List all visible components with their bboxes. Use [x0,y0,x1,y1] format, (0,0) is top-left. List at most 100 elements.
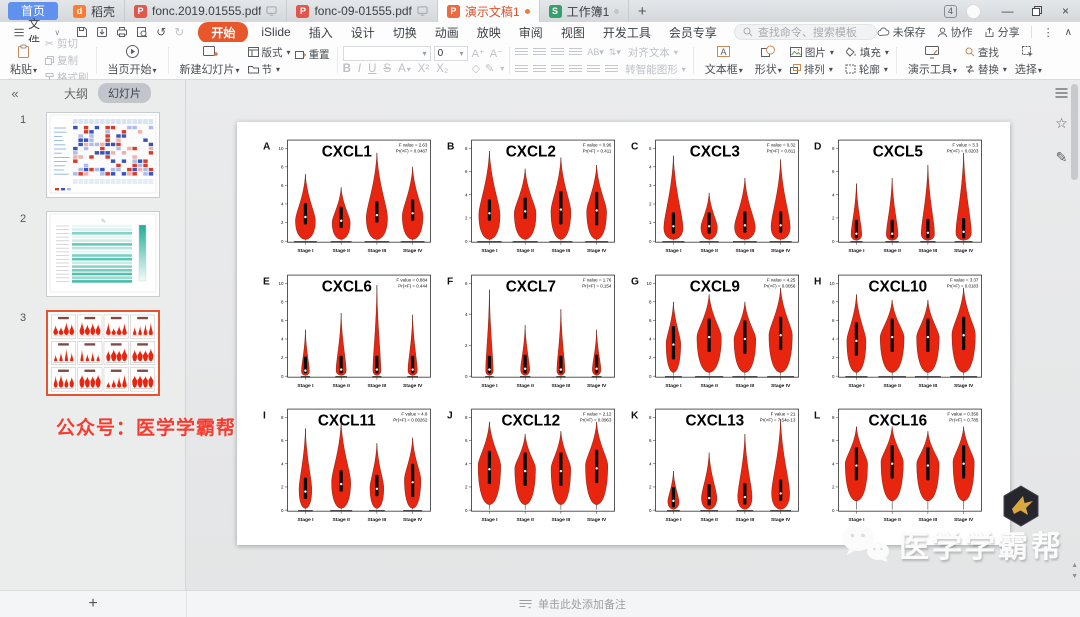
task-pane-menu-icon[interactable] [1055,88,1068,98]
slide-thumbnail-2[interactable]: ✎ [46,211,160,297]
copy-button[interactable]: 复制 [43,53,91,68]
menu-插入[interactable]: 插入 [300,24,342,41]
tab-工作簿1[interactable]: S 工作簿1 [540,0,630,22]
tab-outline[interactable]: 大纲 [64,85,88,102]
to-smart-label[interactable]: 转智能图形 [625,62,678,77]
pdf-file-icon: P [296,4,310,18]
star-icon[interactable]: ☆ [1055,115,1068,132]
tab-list-badge[interactable]: 4 [943,4,957,18]
select-label: 选择 [1014,63,1037,76]
share-button[interactable]: 分享 [984,24,1020,40]
more-menu-icon[interactable]: ⋮ [1043,26,1054,39]
collaborate-button[interactable]: 协作 [937,24,973,40]
menu-放映[interactable]: 放映 [468,24,510,41]
grow-font-icon[interactable]: A⁺ [472,47,485,60]
undo-icon[interactable]: ↺ [156,25,166,39]
shapes-button[interactable]: 形状▾ [749,44,788,77]
wechat-account-watermark: 公众号：医学学霸帮 [56,418,237,439]
collapse-panel-icon[interactable]: « [0,86,30,101]
export-icon[interactable] [96,26,108,38]
select-button[interactable]: 选择▾ [1009,44,1048,77]
restore-button[interactable] [1022,0,1051,22]
new-tab-button[interactable]: + [629,3,655,20]
scrollbar-thumb[interactable] [1071,84,1078,180]
italic-button[interactable]: I [358,63,361,75]
tab-fonc-09-01555.pdf[interactable]: Pfonc-09-01555.pdf [287,0,438,22]
columns-icon[interactable] [605,64,619,74]
section-button[interactable]: 节 ▾ [246,62,293,77]
tab-稻壳[interactable]: d 稻壳 [64,0,126,22]
minimize-button[interactable]: — [993,0,1022,22]
slide-thumbnail-1[interactable] [46,112,160,198]
presentation-tools-button[interactable]: 演示工具▾ [902,44,963,77]
menu-审阅[interactable]: 审阅 [510,24,552,41]
violin-plot-CXCL3: C CXCL3 F value = 0.32Pr(>F) = 0.811 0 1 2 3 4 5… [631,139,799,254]
tab-fonc.2019.01555.pdf[interactable]: Pfonc.2019.01555.pdf [125,0,288,22]
print-icon[interactable] [116,26,128,38]
avatar[interactable] [966,3,981,19]
decrease-indent-icon[interactable] [551,47,565,57]
numbering-icon[interactable] [533,47,547,57]
svg-text:CXCL5: CXCL5 [873,143,924,160]
menu-会员专享[interactable]: 会员专享 [660,24,726,41]
collapse-ribbon-icon[interactable]: ∧ [1065,27,1072,38]
play-from-current-button[interactable]: 当页开始▾ [102,44,163,77]
font-name-combo[interactable]: ▾ [342,46,431,61]
align-right-icon[interactable] [551,64,565,74]
menu-切换[interactable]: 切换 [384,24,426,41]
arrange-button[interactable]: 排列 ▾ [788,62,835,77]
justify-icon[interactable] [569,64,583,74]
align-left-icon[interactable] [515,64,529,74]
reset-button[interactable]: 重置 [293,47,332,62]
underline-button[interactable]: U [368,63,376,75]
cut-button[interactable]: ✂ 剪切 [43,36,91,51]
shrink-font-icon[interactable]: A⁻ [490,47,503,60]
add-slide-button[interactable]: + [0,591,186,617]
distribute-icon[interactable] [587,64,601,74]
subscript-button[interactable]: X₂ [436,63,448,75]
text-tool-icon[interactable]: ✎ [485,62,494,75]
menu-视图[interactable]: 视图 [552,24,594,41]
menu-开发工具[interactable]: 开发工具 [594,24,660,41]
replace-button[interactable]: 替换 ▾ [963,62,1009,77]
command-search[interactable]: 查找命令、搜索模板 [733,24,877,40]
paste-button[interactable]: 粘贴▾ [4,44,43,77]
line-spacing-icon[interactable]: ⇅▾ [609,47,621,58]
text-box-button[interactable]: A 文本框▾ [699,44,749,77]
text-direction-icon[interactable]: AB▾ [587,47,604,58]
fill-button[interactable]: 填充 ▾ [844,45,891,60]
redo-icon[interactable]: ↻ [174,25,184,39]
print-preview-icon[interactable] [136,26,148,38]
bullets-icon[interactable] [515,47,529,57]
clear-format-icon[interactable]: ◇ [472,62,480,75]
font-size-combo[interactable]: 0 ▾ [433,46,468,61]
tab-slides[interactable]: 幻灯片 [98,83,151,103]
bold-button[interactable]: B [343,63,351,75]
font-color-button[interactable]: A▾ [398,63,411,75]
next-slide-button[interactable]: ▼ [1071,573,1078,580]
replace-icon [965,64,974,74]
tab-演示文稿1[interactable]: P 演示文稿1 [437,0,540,22]
align-center-icon[interactable] [533,64,547,74]
menu-开始[interactable]: 开始 [198,21,249,43]
slide-canvas[interactable]: A CXCL1 F value = 2.63 Pr(>F) = 0.0487 0 2 4 6 8… [237,122,1010,545]
superscript-button[interactable]: X² [418,63,430,75]
vertical-scrollbar[interactable] [1070,84,1079,544]
menu-动画[interactable]: 动画 [426,24,468,41]
find-button[interactable]: 查找 [963,45,1009,60]
align-text-label[interactable]: 对齐文本 [628,45,670,60]
slide-thumbnail-3[interactable] [46,310,160,396]
picture-button[interactable]: 图片 ▾ [788,45,836,60]
menu-iSlide[interactable]: iSlide [252,25,299,39]
strikethrough-button[interactable]: S [383,63,391,75]
outline-button[interactable]: 轮廓 ▾ [843,62,890,77]
increase-indent-icon[interactable] [569,47,583,57]
menu-设计[interactable]: 设计 [342,24,384,41]
brush-icon[interactable]: ✎ [1056,149,1068,166]
previous-slide-button[interactable]: ▲ [1071,562,1078,569]
layout-button[interactable]: 版式 ▾ [246,45,293,60]
new-slide-button[interactable]: 新建幻灯片▾ [174,44,246,77]
notes-placeholder[interactable]: 单击此处添加备注 [519,596,626,612]
save-status[interactable]: 未保存 [877,24,926,40]
close-button[interactable]: × [1051,0,1080,22]
